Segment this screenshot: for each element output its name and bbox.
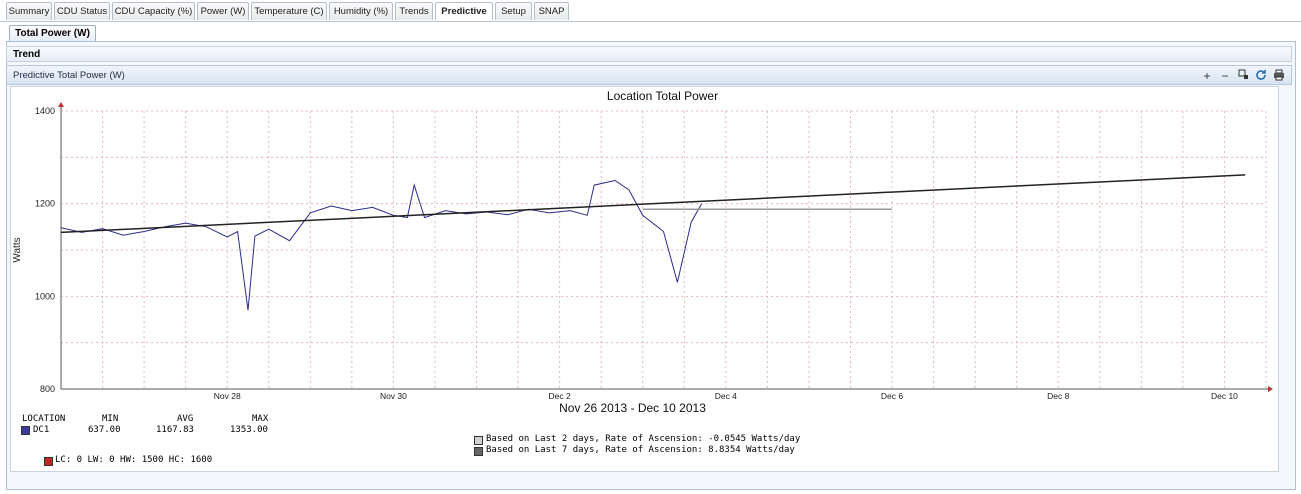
zoom-out-icon[interactable]: − (1219, 69, 1231, 83)
tab-snap[interactable]: SNAP (534, 2, 569, 20)
print-icon[interactable] (1273, 69, 1285, 83)
tab-predictive[interactable]: Predictive (435, 2, 493, 20)
refresh-icon[interactable] (1255, 69, 1267, 83)
threshold-swatch (44, 457, 53, 466)
tab-cdu-capacity[interactable]: CDU Capacity (%) (112, 2, 195, 20)
projection-7day-text: Based on Last 7 days, Rate of Ascension:… (486, 445, 795, 455)
stats-max: 1353.00 (230, 425, 268, 435)
tab-cdu-status[interactable]: CDU Status (54, 2, 110, 20)
projection-2day-text: Based on Last 2 days, Rate of Ascension:… (486, 434, 801, 444)
tab-summary[interactable]: Summary (6, 2, 52, 20)
threshold-text: LC: 0 LW: 0 HW: 1500 HC: 1600 (55, 455, 213, 465)
dc1-swatch (21, 426, 30, 435)
zoom-fit-icon[interactable] (1237, 69, 1249, 83)
chart-title: Location Total Power (606, 89, 719, 103)
stats-location: DC1 (33, 425, 50, 435)
main-tab-bar: Summary CDU Status CDU Capacity (%) Powe… (0, 0, 1301, 22)
tab-setup[interactable]: Setup (495, 2, 532, 20)
x-axis-label: Nov 26 2013 - Dec 10 2013 (559, 401, 706, 415)
panel-title: Predictive Total Power (W) (13, 70, 125, 81)
tab-trends[interactable]: Trends (395, 2, 433, 20)
stats-min: 637.00 (88, 425, 121, 435)
tab-total-power[interactable]: Total Power (W) (9, 25, 96, 42)
stats-header-avg: AVG (177, 414, 194, 424)
stats-header-max: MAX (252, 414, 269, 424)
section-title: Trend (6, 46, 1292, 62)
zoom-in-icon[interactable]: + (1201, 69, 1213, 83)
tab-humidity[interactable]: Humidity (%) (329, 2, 393, 20)
stats-header-location: LOCATION (22, 414, 66, 424)
stats-header-min: MIN (102, 414, 119, 424)
projection-7day-swatch (474, 447, 483, 456)
tab-power[interactable]: Power (W) (197, 2, 249, 20)
chart-toolbar: + − (1201, 66, 1285, 86)
projection-2day-swatch (474, 436, 483, 445)
stats-avg: 1167.83 (156, 425, 194, 435)
panel-header: Predictive Total Power (W) + − (6, 65, 1292, 85)
tab-temperature[interactable]: Temperature (C) (251, 2, 327, 20)
